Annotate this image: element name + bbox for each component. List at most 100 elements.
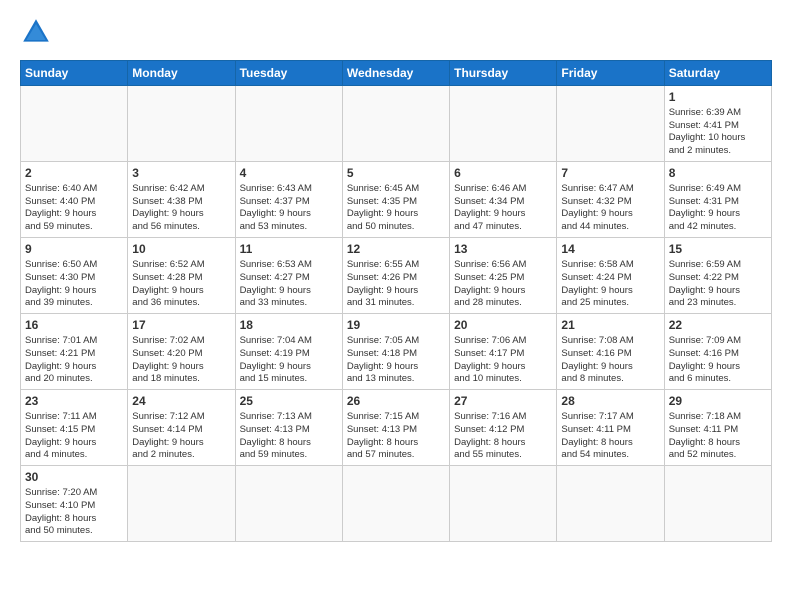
day-cell (128, 86, 235, 162)
day-cell: 9Sunrise: 6:50 AM Sunset: 4:30 PM Daylig… (21, 238, 128, 314)
week-row-5: 23Sunrise: 7:11 AM Sunset: 4:15 PM Dayli… (21, 390, 772, 466)
day-info: Sunrise: 6:50 AM Sunset: 4:30 PM Dayligh… (25, 259, 123, 310)
week-row-4: 16Sunrise: 7:01 AM Sunset: 4:21 PM Dayli… (21, 314, 772, 390)
week-row-1: 1Sunrise: 6:39 AM Sunset: 4:41 PM Daylig… (21, 86, 772, 162)
day-cell: 19Sunrise: 7:05 AM Sunset: 4:18 PM Dayli… (342, 314, 449, 390)
day-info: Sunrise: 6:56 AM Sunset: 4:25 PM Dayligh… (454, 259, 552, 310)
day-number: 5 (347, 165, 445, 182)
day-cell: 20Sunrise: 7:06 AM Sunset: 4:17 PM Dayli… (450, 314, 557, 390)
page: SundayMondayTuesdayWednesdayThursdayFrid… (0, 0, 792, 612)
day-cell: 8Sunrise: 6:49 AM Sunset: 4:31 PM Daylig… (664, 162, 771, 238)
day-cell (128, 466, 235, 542)
day-cell (21, 86, 128, 162)
day-number: 11 (240, 241, 338, 258)
day-cell: 23Sunrise: 7:11 AM Sunset: 4:15 PM Dayli… (21, 390, 128, 466)
day-cell: 15Sunrise: 6:59 AM Sunset: 4:22 PM Dayli… (664, 238, 771, 314)
day-cell (342, 466, 449, 542)
day-number: 25 (240, 393, 338, 410)
day-cell: 7Sunrise: 6:47 AM Sunset: 4:32 PM Daylig… (557, 162, 664, 238)
day-cell: 4Sunrise: 6:43 AM Sunset: 4:37 PM Daylig… (235, 162, 342, 238)
day-info: Sunrise: 7:18 AM Sunset: 4:11 PM Dayligh… (669, 411, 767, 462)
week-row-3: 9Sunrise: 6:50 AM Sunset: 4:30 PM Daylig… (21, 238, 772, 314)
day-info: Sunrise: 7:04 AM Sunset: 4:19 PM Dayligh… (240, 335, 338, 386)
day-number: 6 (454, 165, 552, 182)
day-info: Sunrise: 6:53 AM Sunset: 4:27 PM Dayligh… (240, 259, 338, 310)
day-cell: 28Sunrise: 7:17 AM Sunset: 4:11 PM Dayli… (557, 390, 664, 466)
day-number: 27 (454, 393, 552, 410)
day-info: Sunrise: 6:46 AM Sunset: 4:34 PM Dayligh… (454, 183, 552, 234)
day-cell (664, 466, 771, 542)
day-info: Sunrise: 7:02 AM Sunset: 4:20 PM Dayligh… (132, 335, 230, 386)
weekday-sunday: Sunday (21, 61, 128, 86)
day-number: 16 (25, 317, 123, 334)
day-cell (557, 466, 664, 542)
day-cell: 12Sunrise: 6:55 AM Sunset: 4:26 PM Dayli… (342, 238, 449, 314)
week-row-6: 30Sunrise: 7:20 AM Sunset: 4:10 PM Dayli… (21, 466, 772, 542)
day-cell: 17Sunrise: 7:02 AM Sunset: 4:20 PM Dayli… (128, 314, 235, 390)
day-number: 13 (454, 241, 552, 258)
day-info: Sunrise: 7:01 AM Sunset: 4:21 PM Dayligh… (25, 335, 123, 386)
day-info: Sunrise: 6:55 AM Sunset: 4:26 PM Dayligh… (347, 259, 445, 310)
day-cell (342, 86, 449, 162)
day-cell: 18Sunrise: 7:04 AM Sunset: 4:19 PM Dayli… (235, 314, 342, 390)
day-number: 19 (347, 317, 445, 334)
day-info: Sunrise: 6:39 AM Sunset: 4:41 PM Dayligh… (669, 107, 767, 158)
day-info: Sunrise: 7:17 AM Sunset: 4:11 PM Dayligh… (561, 411, 659, 462)
day-cell: 25Sunrise: 7:13 AM Sunset: 4:13 PM Dayli… (235, 390, 342, 466)
weekday-monday: Monday (128, 61, 235, 86)
calendar-table: SundayMondayTuesdayWednesdayThursdayFrid… (20, 60, 772, 542)
weekday-thursday: Thursday (450, 61, 557, 86)
day-cell: 3Sunrise: 6:42 AM Sunset: 4:38 PM Daylig… (128, 162, 235, 238)
day-cell: 2Sunrise: 6:40 AM Sunset: 4:40 PM Daylig… (21, 162, 128, 238)
weekday-header-row: SundayMondayTuesdayWednesdayThursdayFrid… (21, 61, 772, 86)
weekday-tuesday: Tuesday (235, 61, 342, 86)
day-info: Sunrise: 6:43 AM Sunset: 4:37 PM Dayligh… (240, 183, 338, 234)
day-number: 9 (25, 241, 123, 258)
day-info: Sunrise: 7:13 AM Sunset: 4:13 PM Dayligh… (240, 411, 338, 462)
day-number: 29 (669, 393, 767, 410)
day-number: 22 (669, 317, 767, 334)
day-info: Sunrise: 6:58 AM Sunset: 4:24 PM Dayligh… (561, 259, 659, 310)
day-cell: 11Sunrise: 6:53 AM Sunset: 4:27 PM Dayli… (235, 238, 342, 314)
day-cell: 22Sunrise: 7:09 AM Sunset: 4:16 PM Dayli… (664, 314, 771, 390)
day-number: 4 (240, 165, 338, 182)
weekday-wednesday: Wednesday (342, 61, 449, 86)
logo-icon (20, 16, 52, 48)
day-info: Sunrise: 6:52 AM Sunset: 4:28 PM Dayligh… (132, 259, 230, 310)
day-info: Sunrise: 6:40 AM Sunset: 4:40 PM Dayligh… (25, 183, 123, 234)
day-number: 3 (132, 165, 230, 182)
day-info: Sunrise: 6:59 AM Sunset: 4:22 PM Dayligh… (669, 259, 767, 310)
weekday-saturday: Saturday (664, 61, 771, 86)
day-cell: 1Sunrise: 6:39 AM Sunset: 4:41 PM Daylig… (664, 86, 771, 162)
day-cell: 5Sunrise: 6:45 AM Sunset: 4:35 PM Daylig… (342, 162, 449, 238)
day-cell: 26Sunrise: 7:15 AM Sunset: 4:13 PM Dayli… (342, 390, 449, 466)
day-number: 12 (347, 241, 445, 258)
day-cell (235, 466, 342, 542)
day-cell: 27Sunrise: 7:16 AM Sunset: 4:12 PM Dayli… (450, 390, 557, 466)
day-number: 26 (347, 393, 445, 410)
day-number: 24 (132, 393, 230, 410)
day-cell: 24Sunrise: 7:12 AM Sunset: 4:14 PM Dayli… (128, 390, 235, 466)
day-info: Sunrise: 7:05 AM Sunset: 4:18 PM Dayligh… (347, 335, 445, 386)
day-info: Sunrise: 6:45 AM Sunset: 4:35 PM Dayligh… (347, 183, 445, 234)
day-cell (235, 86, 342, 162)
day-number: 1 (669, 89, 767, 106)
day-number: 17 (132, 317, 230, 334)
day-cell: 6Sunrise: 6:46 AM Sunset: 4:34 PM Daylig… (450, 162, 557, 238)
day-info: Sunrise: 7:11 AM Sunset: 4:15 PM Dayligh… (25, 411, 123, 462)
day-cell: 14Sunrise: 6:58 AM Sunset: 4:24 PM Dayli… (557, 238, 664, 314)
day-number: 18 (240, 317, 338, 334)
day-cell (557, 86, 664, 162)
day-number: 30 (25, 469, 123, 486)
day-number: 21 (561, 317, 659, 334)
day-number: 2 (25, 165, 123, 182)
day-info: Sunrise: 7:09 AM Sunset: 4:16 PM Dayligh… (669, 335, 767, 386)
day-cell: 10Sunrise: 6:52 AM Sunset: 4:28 PM Dayli… (128, 238, 235, 314)
day-number: 15 (669, 241, 767, 258)
day-number: 8 (669, 165, 767, 182)
day-info: Sunrise: 6:42 AM Sunset: 4:38 PM Dayligh… (132, 183, 230, 234)
day-number: 28 (561, 393, 659, 410)
day-info: Sunrise: 7:12 AM Sunset: 4:14 PM Dayligh… (132, 411, 230, 462)
day-number: 23 (25, 393, 123, 410)
day-cell: 21Sunrise: 7:08 AM Sunset: 4:16 PM Dayli… (557, 314, 664, 390)
